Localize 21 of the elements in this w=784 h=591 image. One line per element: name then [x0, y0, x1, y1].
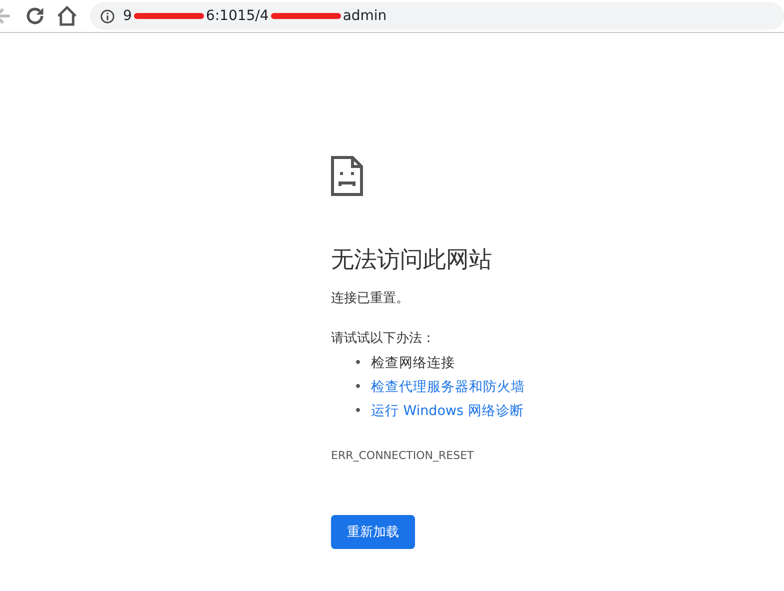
error-code: ERR_CONNECTION_RESET	[331, 449, 475, 462]
url-text: 6:1015/4	[206, 8, 269, 24]
info-icon[interactable]	[100, 8, 115, 24]
address-bar[interactable]: 9 6:1015/4 admin	[90, 2, 784, 30]
suggestions-heading: 请试试以下办法：	[331, 330, 436, 347]
redaction-mark	[270, 13, 341, 19]
bullet: •	[354, 402, 363, 421]
bullet: •	[354, 354, 363, 373]
url-text: 9	[123, 8, 132, 24]
suggestion-link[interactable]: 运行 Windows 网络诊断	[371, 399, 524, 423]
reload-icon[interactable]	[24, 5, 46, 27]
error-title: 无法访问此网站	[331, 246, 493, 275]
sad-page-icon	[331, 156, 363, 196]
suggestion-link[interactable]: 检查代理服务器和防火墙	[371, 375, 525, 399]
home-icon[interactable]	[56, 5, 78, 27]
bullet: •	[354, 378, 363, 397]
error-message: 连接已重置。	[331, 290, 410, 307]
reload-button[interactable]: 重新加载	[331, 515, 415, 549]
redaction-mark	[134, 13, 204, 19]
suggestion-text: 检查网络连接	[371, 354, 455, 373]
url-text: admin	[342, 8, 387, 24]
